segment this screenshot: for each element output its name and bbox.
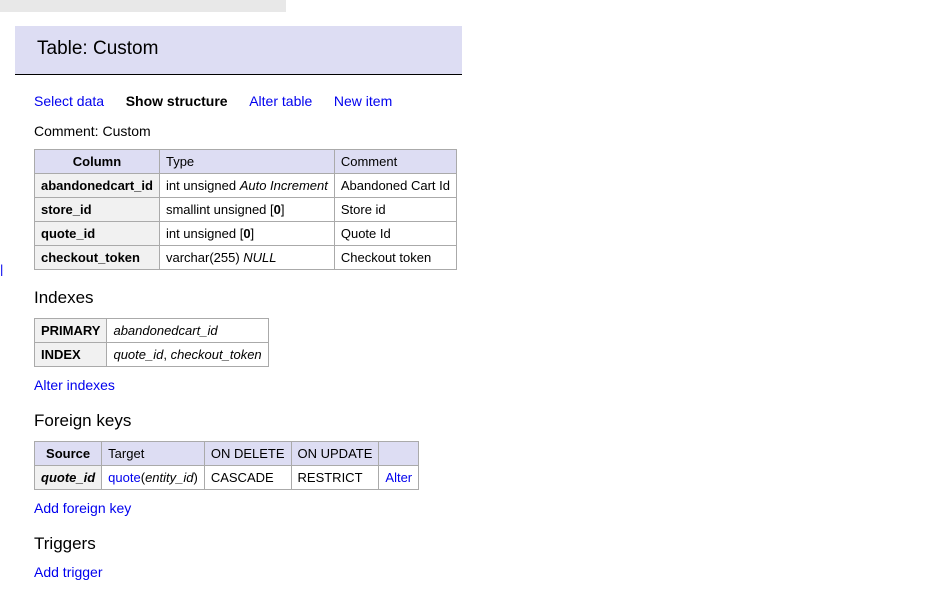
tab-bar: Select data Show structure Alter table N… [34, 83, 928, 115]
fk-header-actions [379, 442, 419, 466]
comment-value: Custom [102, 123, 150, 139]
triggers-heading: Triggers [34, 534, 928, 554]
foreign-keys-table: Source Target ON DELETE ON UPDATE quote_… [34, 441, 419, 490]
add-trigger-link[interactable]: Add trigger [34, 564, 102, 580]
column-comment: Quote Id [334, 222, 456, 246]
column-type: smallint unsigned [0] [159, 198, 334, 222]
col-header-type: Type [159, 150, 334, 174]
table-row: PRIMARY abandonedcart_id [35, 319, 269, 343]
fk-header-source: Source [35, 442, 102, 466]
foreign-keys-heading: Foreign keys [34, 411, 928, 431]
table-row: quote_id quote(entity_id) CASCADE RESTRI… [35, 466, 419, 490]
column-type: varchar(255) NULL [159, 246, 334, 270]
fk-on-update: RESTRICT [291, 466, 379, 490]
table-row: abandonedcart_id int unsigned Auto Incre… [35, 174, 457, 198]
columns-table: Column Type Comment abandonedcart_id int… [34, 149, 457, 270]
fk-header-on-delete: ON DELETE [204, 442, 291, 466]
col-header-column: Column [35, 150, 160, 174]
column-name: quote_id [35, 222, 160, 246]
tab-alter-table[interactable]: Alter table [249, 93, 312, 109]
fk-on-delete: CASCADE [204, 466, 291, 490]
column-type: int unsigned [0] [159, 222, 334, 246]
tab-select-data[interactable]: Select data [34, 93, 104, 109]
table-row: quote_id int unsigned [0] Quote Id [35, 222, 457, 246]
left-cut-glyph: |‹ [0, 262, 4, 276]
column-comment: Checkout token [334, 246, 456, 270]
column-name: abandonedcart_id [35, 174, 160, 198]
top-greyed-area [0, 0, 286, 12]
fk-alter-link[interactable]: Alter [385, 470, 412, 485]
indexes-heading: Indexes [34, 288, 928, 308]
fk-header-on-update: ON UPDATE [291, 442, 379, 466]
fk-target: quote(entity_id) [102, 466, 205, 490]
title-prefix: Table: [37, 38, 93, 59]
table-row: checkout_token varchar(255) NULL Checkou… [35, 246, 457, 270]
fk-source: quote_id [35, 466, 102, 490]
column-type: int unsigned Auto Increment [159, 174, 334, 198]
comment-label: Comment: [34, 123, 102, 139]
table-row: INDEX quote_id, checkout_token [35, 343, 269, 367]
column-name: checkout_token [35, 246, 160, 270]
fk-header-target: Target [102, 442, 205, 466]
add-foreign-key-link[interactable]: Add foreign key [34, 500, 928, 516]
col-header-comment: Comment [334, 150, 456, 174]
title-table-name: Custom [93, 38, 158, 59]
index-columns: abandonedcart_id [107, 319, 268, 343]
table-row: store_id smallint unsigned [0] Store id [35, 198, 457, 222]
alter-indexes-link[interactable]: Alter indexes [34, 377, 928, 393]
table-comment: Comment: Custom [34, 123, 928, 139]
tab-show-structure[interactable]: Show structure [126, 93, 228, 109]
page-title: Table: Custom [15, 26, 462, 75]
index-kind: INDEX [35, 343, 107, 367]
tab-new-item[interactable]: New item [334, 93, 392, 109]
column-comment: Store id [334, 198, 456, 222]
indexes-table: PRIMARY abandonedcart_id INDEX quote_id,… [34, 318, 269, 367]
fk-target-link[interactable]: quote [108, 470, 141, 485]
index-kind: PRIMARY [35, 319, 107, 343]
index-columns: quote_id, checkout_token [107, 343, 268, 367]
column-name: store_id [35, 198, 160, 222]
column-comment: Abandoned Cart Id [334, 174, 456, 198]
